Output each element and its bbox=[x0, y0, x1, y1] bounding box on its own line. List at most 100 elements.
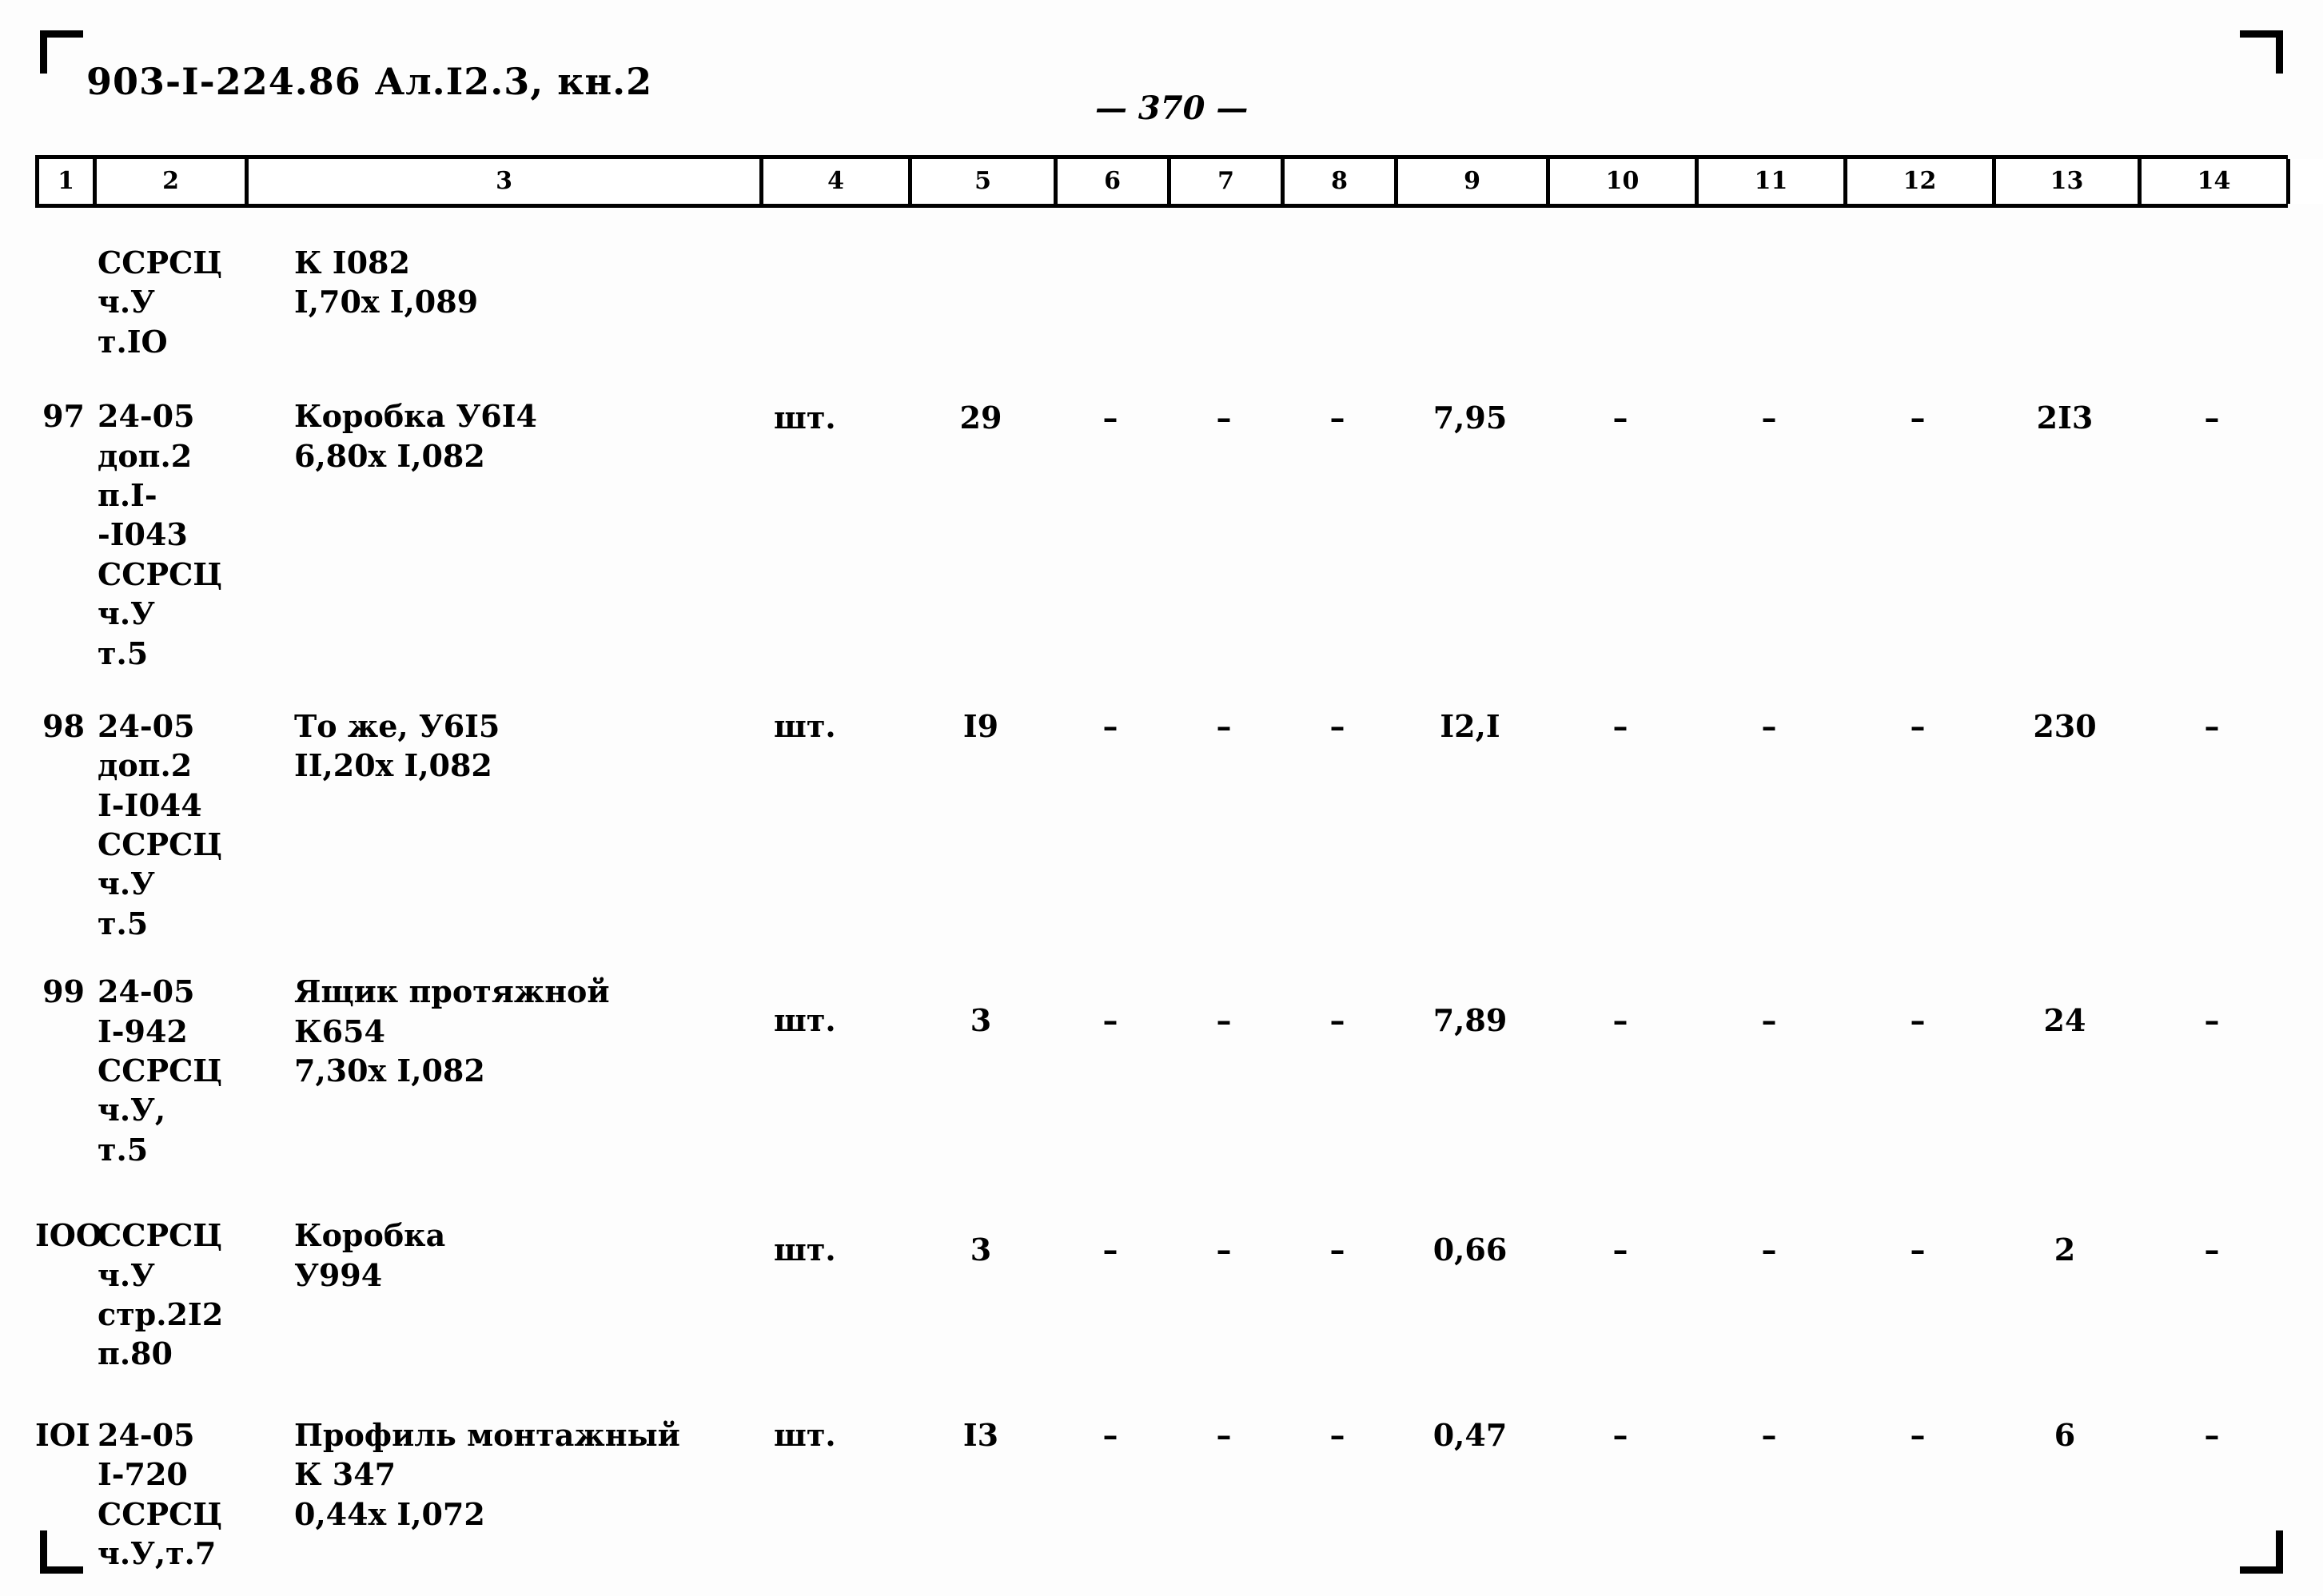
cell-col-14: – bbox=[2204, 1232, 2220, 1268]
column-header-5: 5 bbox=[912, 159, 1058, 204]
cell-col-3: Коробка У6I4 6,80х I,082 bbox=[294, 398, 537, 474]
column-header-6: 6 bbox=[1058, 159, 1171, 204]
cell-col-10: – bbox=[1612, 1002, 1628, 1039]
cell-col-5: I3 bbox=[962, 1416, 999, 1453]
cell-col-5: 3 bbox=[970, 1232, 992, 1268]
cell-col-13: 6 bbox=[2054, 1416, 2076, 1453]
cell-col-1: 98 bbox=[42, 707, 85, 744]
cell-col-10: – bbox=[1612, 1232, 1628, 1268]
cell-col-13: 24 bbox=[2043, 1002, 2086, 1039]
cell-col-3: Коробка У994 bbox=[294, 1217, 446, 1293]
cell-col-13: 230 bbox=[2033, 707, 2097, 744]
cell-col-6: – bbox=[1102, 1416, 1118, 1453]
cell-col-14: – bbox=[2204, 1416, 2220, 1453]
column-header-13: 13 bbox=[1996, 159, 2142, 204]
cell-col-15: – bbox=[2286, 1415, 2323, 1455]
table-row: IOI 24-05 I-720 ССРСЦ ч.У,т.7 Профиль монт… bbox=[35, 1388, 2288, 1588]
cell-col-14: – bbox=[2204, 1002, 2220, 1039]
cell-col-2: 24-05 I-942 ССРСЦ ч.У, т.5 bbox=[98, 973, 223, 1168]
column-header-8: 8 bbox=[1285, 159, 1398, 204]
page-number: — 370 — bbox=[1095, 90, 1249, 127]
cell-col-4: шт. bbox=[774, 400, 836, 436]
cell-col-15: – bbox=[2286, 1001, 2323, 1040]
cell-col-4: шт. bbox=[774, 1002, 836, 1039]
table-row: ССРСЦ ч.У т.IO К I082 I,70х I,089 bbox=[35, 214, 2288, 369]
cell-col-12: – bbox=[1910, 1002, 1926, 1039]
cell-col-14: – bbox=[2204, 400, 2220, 436]
cell-col-15: – bbox=[2286, 706, 2323, 746]
cell-col-3: То же, У6I5 II,20х I,082 bbox=[294, 707, 500, 784]
cell-col-13: 2 bbox=[2054, 1232, 2076, 1268]
column-header-11: 11 bbox=[1699, 159, 1847, 204]
cell-col-9: 0,66 bbox=[1432, 1232, 1508, 1268]
cell-col-3: Профиль монтажный К 347 0,44х I,072 bbox=[294, 1416, 680, 1532]
cell-col-1: IOO bbox=[35, 1217, 102, 1254]
cell-col-6: – bbox=[1102, 400, 1118, 436]
cell-col-2: ССРСЦ ч.У т.IO bbox=[98, 245, 223, 360]
cell-col-12: – bbox=[1910, 707, 1926, 744]
cell-col-6: – bbox=[1102, 1002, 1118, 1039]
cell-col-1: 99 bbox=[42, 973, 85, 1010]
crop-mark-top-right bbox=[2240, 30, 2283, 74]
cell-col-9: 7,89 bbox=[1432, 1002, 1508, 1039]
table-body: ССРСЦ ч.У т.IO К I082 I,70х I,089 97 24-05 … bbox=[35, 214, 2288, 1587]
cell-col-12: – bbox=[1910, 400, 1926, 436]
cell-col-15: – bbox=[2286, 1230, 2323, 1269]
cell-col-11: – bbox=[1761, 400, 1777, 436]
cell-col-15: – bbox=[2286, 398, 2323, 437]
cell-col-8: – bbox=[1329, 1416, 1345, 1453]
cell-col-3: К I082 I,70х I,089 bbox=[294, 245, 479, 320]
cell-col-5: I9 bbox=[962, 707, 999, 744]
table-row: 97 24-05 доп.2 п.I- -I043 ССРСЦ ч.У т.5 Ко… bbox=[35, 369, 2288, 681]
cell-col-8: – bbox=[1329, 400, 1345, 436]
cell-col-2: ССРСЦ ч.У стр.2I2 п.80 bbox=[98, 1217, 224, 1372]
cell-col-12: – bbox=[1910, 1416, 1926, 1453]
column-header-7: 7 bbox=[1171, 159, 1285, 204]
cell-col-4: шт. bbox=[774, 1232, 836, 1268]
cell-col-1: 97 bbox=[42, 398, 85, 435]
cell-col-12: – bbox=[1910, 1232, 1926, 1268]
cell-col-11: – bbox=[1761, 1002, 1777, 1039]
column-header-2: 2 bbox=[97, 159, 249, 204]
cell-col-2: 24-05 доп.2 п.I- -I043 ССРСЦ ч.У т.5 bbox=[98, 398, 223, 671]
cell-col-7: – bbox=[1216, 707, 1232, 744]
cell-col-9: 0,47 bbox=[1432, 1416, 1508, 1453]
cell-col-3: Ящик протяжной К654 7,30х I,082 bbox=[294, 973, 610, 1089]
cell-col-6: – bbox=[1102, 1232, 1118, 1268]
column-header-3: 3 bbox=[249, 159, 763, 204]
cell-col-5: 29 bbox=[959, 400, 1002, 436]
cell-col-14: – bbox=[2204, 707, 2220, 744]
table-row: 99 24-05 I-942 ССРСЦ ч.У, т.5 Ящик протяжн… bbox=[35, 951, 2288, 1184]
table-row: 98 24-05 доп.2 I-I044 ССРСЦ ч.У т.5 То же,… bbox=[35, 681, 2288, 951]
cell-col-5: 3 bbox=[970, 1002, 992, 1039]
cell-col-7: – bbox=[1216, 1416, 1232, 1453]
column-header-15: 15 bbox=[2290, 159, 2323, 204]
cell-col-6: – bbox=[1102, 707, 1118, 744]
cell-col-10: – bbox=[1612, 1416, 1628, 1453]
cell-col-2: 24-05 доп.2 I-I044 ССРСЦ ч.У т.5 bbox=[98, 707, 223, 941]
column-header-4: 4 bbox=[763, 159, 912, 204]
cell-col-11: – bbox=[1761, 1416, 1777, 1453]
table-row: IOO ССРСЦ ч.У стр.2I2 п.80 Коробка У994 шт.… bbox=[35, 1184, 2288, 1388]
cell-col-8: – bbox=[1329, 1002, 1345, 1039]
cell-col-8: – bbox=[1329, 707, 1345, 744]
cell-col-11: – bbox=[1761, 707, 1777, 744]
cell-col-7: – bbox=[1216, 1002, 1232, 1039]
column-header-12: 12 bbox=[1847, 159, 1996, 204]
cell-col-4: шт. bbox=[774, 1416, 836, 1453]
scanned-page: 903-I-224.86 Ал.I2.3, кн.2 — 370 — 12345… bbox=[0, 0, 2323, 1596]
cell-col-7: – bbox=[1216, 1232, 1232, 1268]
table-column-header-row: 123456789101112131415 bbox=[35, 155, 2323, 208]
crop-mark-top-left bbox=[40, 30, 83, 74]
cell-col-11: – bbox=[1761, 1232, 1777, 1268]
cell-col-9: I2,I bbox=[1440, 707, 1500, 744]
cell-col-1: IOI bbox=[35, 1416, 90, 1453]
cell-col-13: 2I3 bbox=[2036, 400, 2094, 436]
cell-col-9: 7,95 bbox=[1432, 400, 1508, 436]
column-header-9: 9 bbox=[1398, 159, 1550, 204]
cell-col-8: – bbox=[1329, 1232, 1345, 1268]
cell-col-2: 24-05 I-720 ССРСЦ ч.У,т.7 bbox=[98, 1416, 223, 1571]
cell-col-10: – bbox=[1612, 707, 1628, 744]
cell-col-7: – bbox=[1216, 400, 1232, 436]
document-code: 903-I-224.86 Ал.I2.3, кн.2 bbox=[86, 60, 653, 103]
